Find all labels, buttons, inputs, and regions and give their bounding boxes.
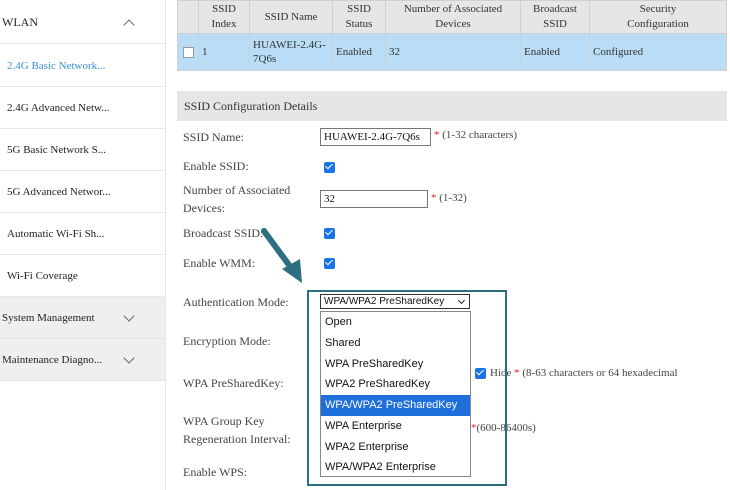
sidebar-item-label: Wi-Fi Coverage — [7, 269, 78, 282]
chevron-down-icon — [123, 309, 135, 322]
sidebar-item-label: 5G Advanced Networ... — [7, 185, 111, 198]
table-header-cell: SSID Index — [198, 0, 250, 34]
sidebar-item-5g-basic[interactable]: 5G Basic Network S... — [0, 129, 165, 171]
enable-wmm-checkbox[interactable] — [324, 258, 335, 269]
enable-ssid-checkbox[interactable] — [324, 162, 335, 173]
sidebar-item-label: 2.4G Basic Network... — [7, 59, 106, 72]
sidebar-item-wifi-coverage[interactable]: Wi-Fi Coverage — [0, 255, 165, 297]
sidebar-section-wlan[interactable]: WLAN — [0, 2, 165, 44]
broadcast-ssid-label: Broadcast SSID: — [183, 226, 264, 240]
sidebar-group-system-management[interactable]: System Management — [0, 297, 165, 339]
sidebar-item-5g-advanced[interactable]: 5G Advanced Networ... — [0, 171, 165, 213]
sidebar-group-maintenance[interactable]: Maintenance Diagno... — [0, 339, 165, 381]
ssid-name-hint: * (1-32 characters) — [434, 129, 517, 141]
table-cell: Configured — [589, 33, 727, 71]
sidebar: WLAN 2.4G Basic Network... 2.4G Advanced… — [0, 0, 166, 490]
table-header-cell: Broadcast SSID — [520, 0, 590, 34]
highlight-box — [307, 290, 507, 486]
assoc-devices-range: (1-32) — [439, 192, 467, 204]
assoc-devices-hint: * (1-32) — [431, 192, 467, 204]
chevron-up-icon — [123, 18, 135, 31]
ssid-name-range: (1-32 characters) — [442, 129, 518, 141]
table-header-cell: Number of Associated Devices — [385, 0, 521, 34]
table-header-cell: SSID Status — [332, 0, 386, 34]
sidebar-item-label: 2.4G Advanced Netw... — [7, 101, 110, 114]
table-header-row: SSID Index SSID Name SSID Status Number … — [177, 0, 727, 34]
required-mark: * — [434, 129, 440, 141]
details-title: SSID Configuration Details — [184, 98, 318, 113]
sidebar-item-24g-basic[interactable]: 2.4G Basic Network... — [0, 45, 165, 87]
enable-ssid-label: Enable SSID: — [183, 159, 249, 173]
chevron-down-icon — [123, 351, 135, 364]
sidebar-item-label: Automatic Wi-Fi Sh... — [7, 227, 105, 240]
details-header: SSID Configuration Details — [177, 91, 727, 121]
table-cell: Enabled — [520, 33, 590, 71]
ssid-name-input[interactable] — [320, 128, 431, 146]
table-header-cell: Security Configuration — [589, 0, 727, 34]
sidebar-item-label: 5G Basic Network S... — [7, 143, 106, 156]
annotation-arrow-icon — [261, 228, 302, 283]
sidebar-group-label: Maintenance Diagno... — [2, 353, 103, 366]
group-key-label-line2: Regeneration Interval: — [183, 432, 291, 446]
sidebar-item-auto-wifi[interactable]: Automatic Wi-Fi Sh... — [0, 213, 165, 255]
sidebar-section-label: WLAN — [2, 15, 38, 29]
table-cell: 32 — [385, 33, 521, 71]
psk-label: WPA PreSharedKey: — [183, 376, 284, 390]
psk-hint: Hide * (8-63 characters or 64 hexadecima… — [490, 367, 678, 379]
table-cell: HUAWEI-2.4G-7Q6s — [249, 33, 333, 71]
table-row[interactable]: 1 HUAWEI-2.4G-7Q6s Enabled 32 Enabled Co… — [177, 33, 727, 71]
enable-wps-label: Enable WPS: — [183, 465, 248, 479]
ssid-name-label: SSID Name: — [183, 130, 244, 144]
encryption-mode-label: Encryption Mode: — [183, 334, 271, 348]
row-select-cell[interactable] — [177, 33, 199, 71]
table-header-cell: SSID Name — [249, 0, 333, 34]
table-header-cell — [177, 0, 199, 34]
sidebar-item-24g-advanced[interactable]: 2.4G Advanced Netw... — [0, 87, 165, 129]
sidebar-group-label: System Management — [2, 311, 95, 324]
assoc-devices-input[interactable] — [320, 190, 428, 208]
assoc-devices-label-line1: Number of Associated — [183, 183, 291, 197]
ssid-table: SSID Index SSID Name SSID Status Number … — [177, 0, 727, 71]
assoc-devices-label-line2: Devices: — [183, 201, 225, 215]
table-cell: 1 — [198, 33, 250, 71]
auth-mode-label: Authentication Mode: — [183, 295, 289, 309]
required-mark: * — [514, 367, 520, 379]
group-key-label-line1: WPA Group Key — [183, 414, 265, 428]
required-mark: * — [431, 192, 437, 204]
broadcast-ssid-checkbox[interactable] — [324, 228, 335, 239]
enable-wmm-label: Enable WMM: — [183, 256, 256, 270]
psk-range: (8-63 characters or 64 hexadecimal — [522, 367, 678, 379]
table-cell: Enabled — [332, 33, 386, 71]
row-checkbox[interactable] — [182, 46, 194, 58]
